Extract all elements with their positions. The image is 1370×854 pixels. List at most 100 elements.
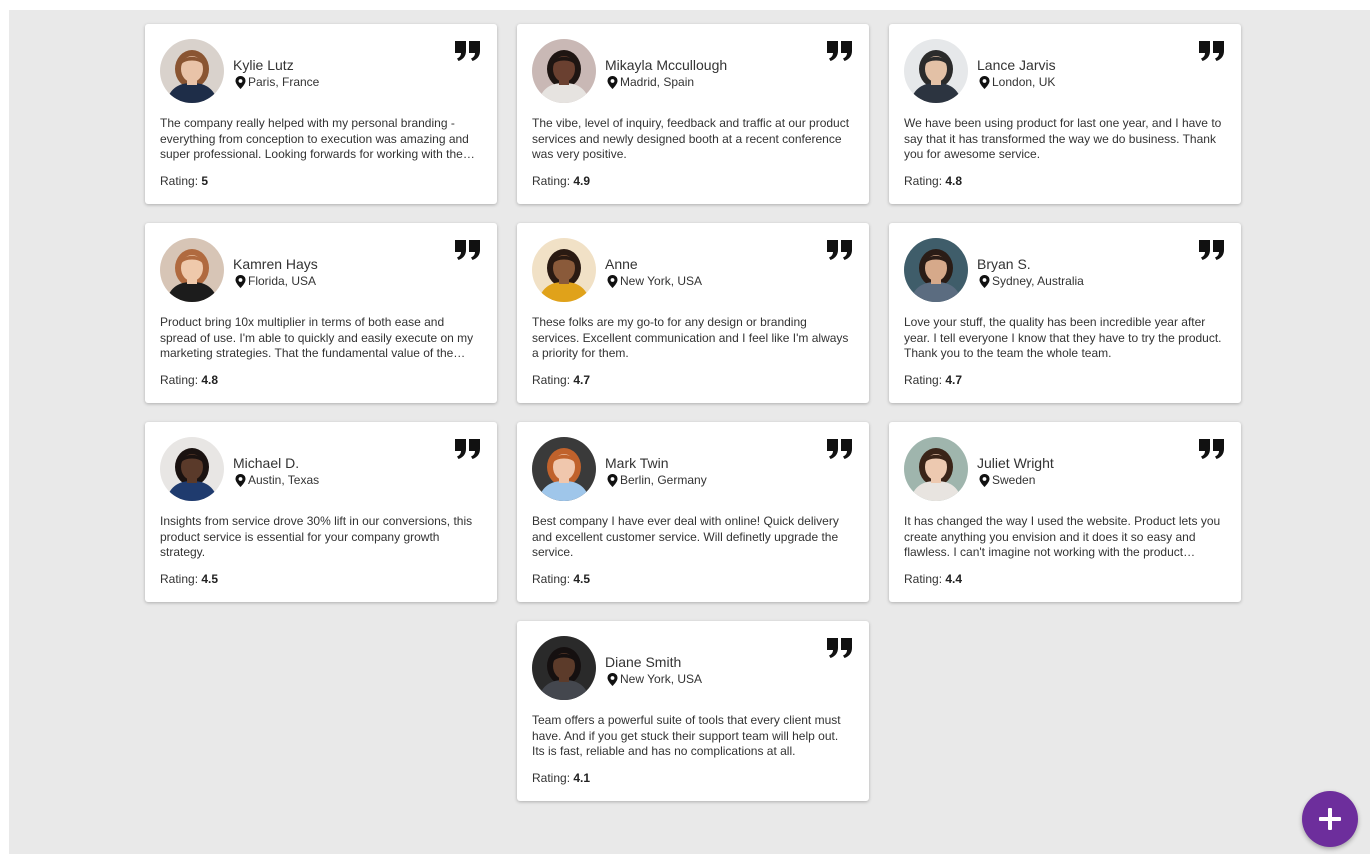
testimonial-text: Team offers a powerful suite of tools th…: [532, 713, 841, 758]
quote-icon: [1199, 41, 1224, 61]
testimonial-grid: Kylie Lutz Paris, France The company rea…: [145, 24, 1241, 801]
rating-label: Rating:: [160, 373, 202, 387]
quote-icon: [1199, 240, 1224, 260]
reviewer-name: Diane Smith: [605, 654, 682, 670]
reviewer-location: Sydney, Australia: [979, 274, 1084, 288]
avatar: [532, 636, 596, 700]
location-text: Berlin, Germany: [620, 473, 707, 487]
reviewer-location: London, UK: [979, 75, 1055, 89]
quote-icon: [455, 240, 480, 260]
testimonial-text: The vibe, level of inquiry, feedback and…: [532, 116, 850, 161]
location-text: Sweden: [992, 473, 1036, 487]
location-pin-icon: [607, 672, 618, 686]
avatar: [160, 39, 224, 103]
rating-value: 5: [201, 174, 209, 188]
testimonial-card: Mark Twin Berlin, Germany Best company I…: [517, 422, 869, 602]
location-text: Paris, France: [248, 75, 320, 89]
rating-value: 4.4: [945, 572, 963, 586]
avatar: [532, 437, 596, 501]
rating-value: 4.7: [945, 373, 963, 387]
location-pin-icon: [607, 274, 618, 288]
reviewer-location: Florida, USA: [235, 274, 316, 288]
rating-label: Rating:: [532, 174, 574, 188]
rating-label: Rating:: [160, 174, 202, 188]
rating: Rating: 4.8: [160, 373, 218, 387]
quote-icon: [827, 439, 852, 459]
testimonial-text: These folks are my go-to for any design …: [532, 315, 849, 360]
reviewer-name: Mark Twin: [605, 455, 669, 471]
reviewer-location: Berlin, Germany: [607, 473, 707, 487]
location-text: Sydney, Australia: [992, 274, 1084, 288]
reviewer-name: Michael D.: [233, 455, 300, 471]
reviewer-name: Lance Jarvis: [977, 57, 1056, 73]
rating: Rating: 4.5: [532, 572, 590, 586]
reviewer-location: New York, USA: [607, 672, 702, 686]
location-text: Florida, USA: [248, 274, 317, 288]
testimonial-card: Michael D. Austin, Texas Insights from s…: [145, 422, 497, 602]
testimonial-card: Anne New York, USA These folks are my go…: [517, 223, 869, 403]
testimonial-text: Best company I have ever deal with onlin…: [532, 514, 839, 559]
location-text: Austin, Texas: [248, 473, 320, 487]
rating-value: 4.8: [945, 174, 963, 188]
rating-value: 4.7: [573, 373, 591, 387]
reviewer-name: Bryan S.: [977, 256, 1031, 272]
rating: Rating: 4.7: [532, 373, 590, 387]
avatar: [904, 238, 968, 302]
plus-icon: [1319, 808, 1341, 830]
rating-value: 4.5: [573, 572, 591, 586]
reviewer-location: Austin, Texas: [235, 473, 319, 487]
location-pin-icon: [235, 75, 246, 89]
rating: Rating: 5: [160, 174, 208, 188]
testimonial-card: Mikayla Mccullough Madrid, Spain The vib…: [517, 24, 869, 204]
rating: Rating: 4.9: [532, 174, 590, 188]
location-text: New York, USA: [620, 672, 703, 686]
location-text: London, UK: [992, 75, 1056, 89]
testimonial-text: Product bring 10x multiplier in terms of…: [160, 315, 474, 360]
rating-value: 4.8: [201, 373, 219, 387]
location-pin-icon: [979, 274, 990, 288]
quote-icon: [827, 41, 852, 61]
reviewer-location: Paris, France: [235, 75, 319, 89]
rating-label: Rating:: [532, 373, 574, 387]
reviewer-location: New York, USA: [607, 274, 702, 288]
avatar: [904, 437, 968, 501]
rating-value: 4.9: [573, 174, 591, 188]
testimonial-card: Lance Jarvis London, UK We have been usi…: [889, 24, 1241, 204]
location-pin-icon: [979, 473, 990, 487]
avatar: [532, 39, 596, 103]
rating: Rating: 4.1: [532, 771, 590, 785]
quote-icon: [455, 439, 480, 459]
testimonial-card: Bryan S. Sydney, Australia Love your stu…: [889, 223, 1241, 403]
quote-icon: [827, 240, 852, 260]
rating-label: Rating:: [904, 572, 946, 586]
location-text: Madrid, Spain: [620, 75, 695, 89]
testimonial-text: Insights from service drove 30% lift in …: [160, 514, 473, 559]
avatar: [532, 238, 596, 302]
testimonial-text: The company really helped with my person…: [160, 116, 473, 161]
quote-icon: [1199, 439, 1224, 459]
add-testimonial-button[interactable]: [1302, 791, 1358, 847]
rating-label: Rating:: [532, 771, 574, 785]
testimonial-card: Kylie Lutz Paris, France The company rea…: [145, 24, 497, 204]
reviewer-name: Juliet Wright: [977, 455, 1054, 471]
avatar: [160, 437, 224, 501]
avatar: [160, 238, 224, 302]
testimonial-text: We have been using product for last one …: [904, 116, 1222, 161]
rating: Rating: 4.8: [904, 174, 962, 188]
rating-value: 4.1: [573, 771, 591, 785]
reviewer-location: Sweden: [979, 473, 1035, 487]
rating-value: 4.5: [201, 572, 219, 586]
testimonials-page: Kylie Lutz Paris, France The company rea…: [9, 10, 1370, 854]
avatar: [904, 39, 968, 103]
reviewer-name: Mikayla Mccullough: [605, 57, 728, 73]
rating: Rating: 4.4: [904, 572, 962, 586]
location-pin-icon: [235, 274, 246, 288]
quote-icon: [827, 638, 852, 658]
location-pin-icon: [979, 75, 990, 89]
rating-label: Rating:: [532, 572, 574, 586]
reviewer-name: Kylie Lutz: [233, 57, 294, 73]
testimonial-card: Juliet Wright Sweden It has changed the …: [889, 422, 1241, 602]
location-pin-icon: [607, 75, 618, 89]
rating: Rating: 4.7: [904, 373, 962, 387]
rating-label: Rating:: [904, 373, 946, 387]
